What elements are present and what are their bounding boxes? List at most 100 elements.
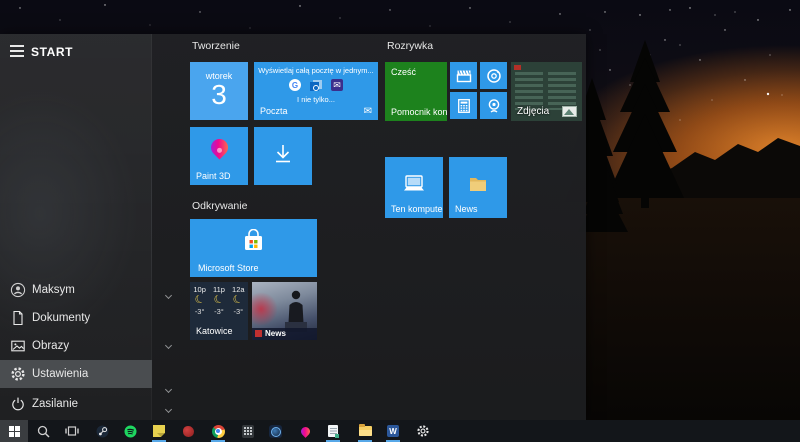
google-icon: G bbox=[289, 79, 301, 91]
taskbar-spotify[interactable] bbox=[118, 420, 142, 442]
start-button[interactable] bbox=[0, 420, 28, 442]
power-icon bbox=[12, 397, 24, 411]
outlook-icon bbox=[310, 79, 322, 91]
photos-red-chip bbox=[514, 65, 521, 70]
tile-label: Poczta bbox=[260, 106, 288, 116]
group-title-tworzenie: Tworzenie bbox=[192, 40, 240, 52]
taskbar-calculator[interactable] bbox=[236, 420, 260, 442]
taskbar-3d-viewer[interactable] bbox=[263, 420, 287, 442]
store-bag-icon bbox=[245, 229, 262, 250]
sidebar-item-pictures[interactable]: Obrazy bbox=[0, 332, 152, 360]
sidebar-item-label: Ustawienia bbox=[32, 368, 89, 380]
tile-groove-music[interactable] bbox=[480, 62, 507, 89]
calculator-icon bbox=[242, 424, 254, 438]
envelope-icon: ✉ bbox=[363, 106, 372, 117]
tile-movies-tv[interactable] bbox=[450, 62, 477, 89]
taskbar-chrome[interactable] bbox=[206, 420, 230, 442]
mail-account-icons: G ✉ bbox=[254, 79, 378, 91]
sidebar-item-label: Dokumenty bbox=[32, 312, 91, 324]
sidebar-item-settings[interactable]: Ustawienia bbox=[0, 360, 152, 388]
sidebar-item-documents[interactable]: Dokumenty bbox=[0, 304, 152, 332]
sticky-notes-icon bbox=[153, 425, 165, 437]
film-clapper-icon bbox=[456, 69, 471, 82]
file-explorer-icon bbox=[358, 424, 372, 436]
speaker-silhouette bbox=[285, 290, 307, 332]
document-icon bbox=[13, 310, 23, 326]
calendar-day-number: 3 bbox=[211, 79, 227, 110]
sidebar-item-label: Maksym bbox=[32, 284, 75, 296]
gear-icon bbox=[417, 425, 429, 437]
sidebar-item-label: Zasilanie bbox=[32, 398, 79, 410]
tile-calendar[interactable]: wtorek 3 bbox=[190, 62, 248, 120]
hamburger-icon bbox=[10, 45, 24, 47]
taskbar-notepad[interactable] bbox=[321, 420, 345, 442]
calculator-icon bbox=[457, 98, 470, 113]
taskbar-file-explorer[interactable] bbox=[353, 420, 377, 442]
moon-icon: ☾ bbox=[192, 292, 207, 308]
start-menu-panel: START Maksym Dokumenty Obrazy Ustawienia… bbox=[0, 34, 586, 420]
weather-forecast: 10p ☾ -3° 11p ☾ -3° 12a ☾ -3° bbox=[192, 285, 246, 316]
taskbar-paint3d[interactable] bbox=[293, 420, 317, 442]
sidebar-item-power[interactable]: Zasilanie bbox=[0, 390, 152, 418]
taskbar-search-button[interactable] bbox=[31, 420, 55, 442]
chevron-down-icon[interactable] bbox=[164, 405, 173, 414]
taskbar-sticky-notes[interactable] bbox=[147, 420, 171, 442]
word-icon: W bbox=[387, 425, 399, 437]
pictures-icon bbox=[11, 340, 25, 352]
taskbar-word[interactable]: W bbox=[381, 420, 405, 442]
tile-assistant[interactable]: Cześć Pomocnik kon... bbox=[385, 62, 447, 121]
tile-label: News bbox=[455, 204, 478, 214]
chevron-down-icon[interactable] bbox=[164, 291, 173, 300]
task-view-icon bbox=[65, 426, 79, 436]
tile-label: News bbox=[265, 328, 286, 338]
photos-live-pattern bbox=[515, 72, 543, 110]
paint3d-drop-icon bbox=[298, 424, 312, 438]
taskbar: W bbox=[0, 420, 800, 442]
tile-mail[interactable]: Wyświetlaj całą pocztę w jednym... G ✉ I… bbox=[254, 62, 378, 120]
tile-news-folder[interactable]: News bbox=[449, 157, 507, 218]
start-menu-title: START bbox=[31, 45, 74, 59]
tile-label: Pomocnik kon... bbox=[391, 107, 447, 117]
taskbar-settings[interactable] bbox=[411, 420, 435, 442]
tile-label: Paint 3D bbox=[196, 171, 231, 181]
mail-headline: Wyświetlaj całą pocztę w jednym... bbox=[258, 66, 374, 75]
chevron-down-icon[interactable] bbox=[164, 385, 173, 394]
tile-this-pc[interactable]: Ten komputer bbox=[385, 157, 443, 218]
tile-label: Zdjęcia bbox=[517, 106, 550, 117]
mail-envelope-icon: ✉ bbox=[331, 79, 343, 91]
group-title-odkrywanie: Odkrywanie bbox=[192, 200, 248, 212]
tile-label: Microsoft Store bbox=[198, 263, 259, 273]
camera-icon bbox=[488, 98, 499, 113]
search-icon bbox=[37, 425, 50, 438]
sidebar-item-user[interactable]: Maksym bbox=[0, 276, 152, 304]
red-app-icon bbox=[182, 425, 194, 437]
tile-microsoft-store[interactable]: Microsoft Store bbox=[190, 219, 317, 277]
3d-viewer-icon bbox=[268, 424, 282, 438]
windows-logo-icon bbox=[8, 425, 20, 437]
tile-label: Ten komputer bbox=[391, 204, 443, 214]
tile-photos[interactable]: Zdjęcia bbox=[511, 62, 582, 121]
chrome-icon bbox=[211, 424, 225, 438]
group-title-rozrywka: Rozrywka bbox=[387, 40, 434, 52]
assistant-greeting: Cześć bbox=[391, 67, 417, 77]
sidebar-item-label: Obrazy bbox=[32, 340, 70, 352]
desktop: START Maksym Dokumenty Obrazy Ustawienia… bbox=[0, 0, 800, 442]
photo-thumbnail-icon bbox=[562, 106, 577, 117]
moon-icon: ☾ bbox=[231, 292, 246, 308]
tile-calculator[interactable] bbox=[450, 92, 477, 119]
notepad-icon bbox=[328, 425, 339, 438]
weather-city: Katowice bbox=[196, 326, 233, 336]
tile-weather[interactable]: 10p ☾ -3° 11p ☾ -3° 12a ☾ -3° Katowice bbox=[190, 282, 248, 340]
taskbar-steam[interactable] bbox=[90, 420, 114, 442]
task-view-button[interactable] bbox=[60, 420, 84, 442]
paint3d-drop-icon bbox=[207, 135, 232, 160]
chevron-down-icon[interactable] bbox=[164, 341, 173, 350]
tile-camera[interactable] bbox=[480, 92, 507, 119]
photos-live-pattern bbox=[548, 72, 576, 110]
hamburger-menu-button[interactable] bbox=[10, 45, 26, 59]
tile-news-live[interactable]: News bbox=[252, 282, 317, 340]
taskbar-red-app[interactable] bbox=[176, 420, 200, 442]
folder-icon bbox=[470, 178, 486, 192]
tile-paint3d[interactable]: Paint 3D bbox=[190, 127, 248, 185]
tile-download-app[interactable] bbox=[254, 127, 312, 185]
